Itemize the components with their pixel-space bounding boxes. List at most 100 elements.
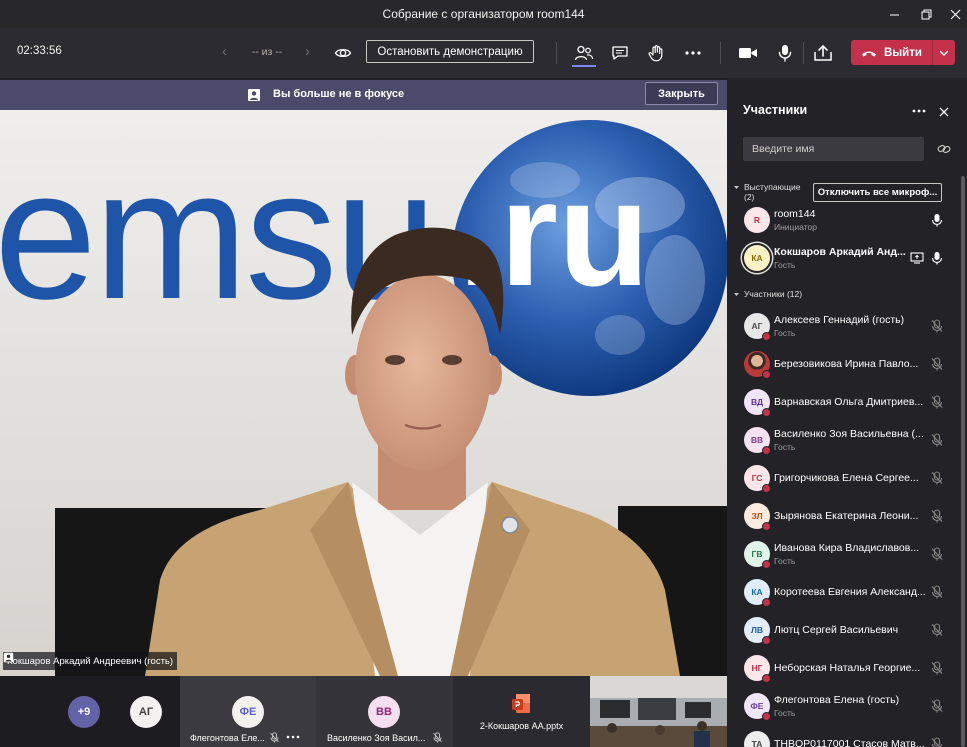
view-button[interactable] — [331, 42, 355, 64]
leave-options-button[interactable] — [932, 40, 955, 65]
share-link-icon[interactable] — [937, 142, 951, 156]
status-busy-icon — [762, 446, 771, 455]
toolbar-divider — [803, 42, 804, 64]
participant-avatar[interactable]: АГ — [130, 696, 162, 728]
status-busy-icon — [762, 712, 771, 721]
more-icon[interactable] — [286, 735, 300, 739]
participant-avatar: ФЕ — [232, 696, 264, 728]
mic-off-icon — [931, 737, 943, 747]
participant-row[interactable]: АГ Алексеев Геннадий (гость) Гость — [727, 307, 959, 345]
video-gallery: +9 АГ ФЕ Флегонтова Еле... ВВ Василенко … — [0, 676, 727, 747]
panel-scrollbar[interactable] — [961, 176, 965, 747]
participant-name: Флегонтова Елена (гость) — [774, 694, 900, 706]
participant-name: Василенко Зоя Васильевна (... — [774, 428, 924, 440]
participants-button[interactable] — [572, 42, 596, 64]
participant-row[interactable]: ЛВ Лютц Сергей Васильевич — [727, 611, 959, 649]
more-icon — [685, 51, 701, 55]
share-tray-icon — [814, 45, 832, 61]
mic-off-icon — [931, 433, 943, 447]
chat-button[interactable] — [608, 42, 632, 64]
mic-off-icon — [931, 623, 943, 637]
previous-slide-button[interactable]: ‹ — [222, 43, 227, 60]
chevron-down-icon — [734, 293, 739, 296]
participant-row[interactable]: ФЕ Флегонтова Елена (гость) Гость — [727, 687, 959, 725]
participant-row[interactable]: ВВ Василенко Зоя Васильевна (... Гость — [727, 421, 959, 459]
participant-role: Гость — [774, 556, 796, 566]
stop-sharing-button[interactable]: Остановить демонстрацию — [366, 40, 534, 63]
participant-name: Зырянова Екатерина Леони... — [774, 510, 919, 522]
participant-name: Коротеева Евгения Александ... — [774, 586, 926, 598]
participant-name: Неборская Наталья Георгие... — [774, 662, 921, 674]
presenters-section-header[interactable]: Выступающие (2) — [733, 182, 800, 202]
presenter-row[interactable]: КА Кокшаров Аркадий Анд... Гость — [727, 239, 959, 277]
search-input[interactable] — [743, 137, 924, 161]
camera-button[interactable] — [736, 42, 760, 64]
participant-name: Григорчикова Елена Сергее... — [774, 472, 919, 484]
status-busy-icon — [762, 522, 771, 531]
status-busy-icon — [762, 636, 771, 645]
participant-name: Лютц Сергей Васильевич — [774, 624, 899, 636]
status-busy-icon — [762, 332, 771, 341]
participant-role: Гость — [774, 442, 796, 452]
restore-button[interactable] — [911, 0, 941, 28]
panel-title: Участники — [743, 103, 808, 117]
tile-name: Флегонтова Еле... — [190, 733, 265, 743]
participants-panel: Участники Выступающие (2) Отключить все … — [727, 78, 967, 747]
participant-row[interactable]: ВД Варнавская Ольга Дмитриев... — [727, 383, 959, 421]
screen-share-icon — [910, 252, 924, 264]
main-video-stage: emsu .ru Кокшаров Аркадий Андреевич (гос… — [0, 110, 727, 676]
contact-card-icon — [248, 89, 260, 101]
gallery-participant-tile[interactable]: ВВ Василенко Зоя Васил... — [316, 676, 453, 747]
mic-off-icon — [931, 395, 943, 409]
gallery-participant-tile[interactable]: ФЕ Флегонтова Еле... — [180, 676, 316, 747]
minimize-button[interactable] — [879, 0, 909, 28]
leave-button[interactable]: Выйти — [851, 40, 932, 65]
presenter-row[interactable]: R room144 Инициатор — [727, 201, 959, 239]
close-window-button[interactable] — [940, 0, 967, 28]
microphone-button[interactable] — [773, 42, 797, 64]
chat-icon — [612, 46, 628, 60]
overflow-count[interactable]: +9 — [68, 696, 100, 728]
participant-row[interactable]: ГВ Иванова Кира Владиславов... Гость — [727, 535, 959, 573]
attendees-section-header[interactable]: Участники (12) — [733, 289, 802, 299]
participant-row[interactable]: НГ Неборская Наталья Георгие... — [727, 649, 959, 687]
participant-role: Гость — [774, 328, 796, 338]
participant-row[interactable]: ТА THBOP0117001 Стасов Матв... — [727, 725, 959, 747]
microphone-icon — [778, 45, 792, 62]
participant-name: room144 — [774, 208, 816, 220]
participant-row[interactable]: ЗЛ Зырянова Екатерина Леони... — [727, 497, 959, 535]
participant-avatar: R — [744, 207, 770, 233]
restore-icon — [921, 9, 931, 19]
next-slide-button[interactable]: › — [305, 43, 310, 60]
microphone-icon[interactable] — [930, 251, 944, 265]
speaker-name: Кокшаров Аркадий Андреевич (гость) — [7, 655, 174, 667]
mic-off-icon — [931, 585, 943, 599]
participant-avatar: КА — [744, 245, 770, 271]
gallery-shared-file-tile[interactable]: 2-Кокшаров АА.pptx — [453, 676, 590, 747]
microphone-icon[interactable] — [930, 213, 944, 227]
camera-icon — [739, 48, 757, 58]
powerpoint-icon — [512, 694, 530, 713]
gallery-overflow-tile[interactable]: +9 АГ — [0, 676, 180, 747]
close-icon[interactable] — [939, 107, 949, 117]
toolbar-divider — [720, 42, 721, 64]
share-content-button[interactable] — [811, 42, 835, 64]
gallery-video-tile[interactable] — [590, 676, 727, 747]
status-busy-icon — [762, 370, 771, 379]
participant-row[interactable]: ГС Григорчикова Елена Сергее... — [727, 459, 959, 497]
slide-counter: -- из -- — [251, 46, 283, 58]
mute-all-button[interactable]: Отключить все микроф... — [813, 183, 942, 202]
raise-hand-button[interactable] — [644, 42, 668, 64]
participant-row[interactable]: КА Коротеева Евгения Александ... — [727, 573, 959, 611]
mic-off-icon — [433, 732, 442, 743]
mic-off-icon — [931, 547, 943, 561]
phone-hangup-icon — [862, 51, 877, 56]
window-title: Собрание с организатором room144 — [382, 7, 585, 21]
more-actions-button[interactable] — [681, 42, 705, 64]
banner-close-button[interactable]: Закрыть — [645, 82, 718, 105]
status-busy-icon — [762, 484, 771, 493]
participant-row[interactable]: Березовикова Ирина Павло... — [727, 345, 959, 383]
close-icon — [950, 9, 960, 19]
mic-off-icon — [931, 699, 943, 713]
more-icon[interactable] — [912, 109, 926, 113]
